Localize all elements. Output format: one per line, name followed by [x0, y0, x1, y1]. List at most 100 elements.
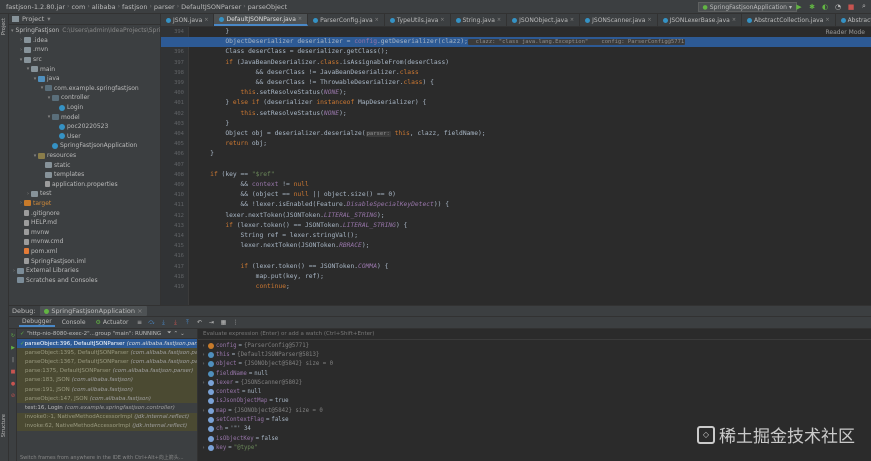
- show-execution-point-icon[interactable]: ≡: [135, 319, 143, 327]
- breadcrumb-item[interactable]: fastjson-1.2.80.jar: [4, 3, 67, 11]
- run-to-cursor-icon[interactable]: ⇥: [207, 319, 215, 327]
- tree-item[interactable]: ▾ src: [9, 55, 160, 65]
- tree-item[interactable]: ▾ controller: [9, 93, 160, 103]
- code-line[interactable]: this.setResolveStatus(NONE);: [161, 88, 871, 98]
- tree-item[interactable]: poc20220523: [9, 122, 160, 132]
- breadcrumb-item[interactable]: parseObject: [246, 3, 289, 11]
- step-into-icon[interactable]: ⤓: [159, 319, 167, 327]
- rerun-icon[interactable]: ↻: [10, 333, 16, 339]
- tree-item[interactable]: application.properties: [9, 180, 160, 190]
- code-line[interactable]: if (lexer.token() == JSONToken.COMMA) {: [161, 262, 871, 272]
- tree-item[interactable]: HELP.md: [9, 218, 160, 228]
- breadcrumb-item[interactable]: fastjson: [120, 3, 150, 11]
- search-icon[interactable]: ⌕: [859, 1, 869, 12]
- code-line[interactable]: }: [161, 149, 871, 159]
- close-icon[interactable]: ×: [298, 16, 302, 22]
- chevron-up-icon[interactable]: ⌃: [174, 331, 179, 337]
- profile-icon[interactable]: ◔: [833, 1, 843, 12]
- tree-item[interactable]: pom.xml: [9, 247, 160, 257]
- breadcrumb-item[interactable]: parser: [152, 3, 177, 11]
- tree-item[interactable]: static: [9, 160, 160, 170]
- code-line[interactable]: } else if (deserializer instanceof MapDe…: [161, 98, 871, 108]
- code-line[interactable]: continue;: [161, 282, 871, 292]
- step-over-icon[interactable]: ⤼: [147, 319, 155, 327]
- code-line[interactable]: }: [161, 27, 871, 37]
- stack-frame[interactable]: test:16, Login (com.example.springfastjso…: [17, 403, 197, 412]
- code-line[interactable]: Class deserClass = deserializer.getClass…: [161, 47, 871, 57]
- code-line[interactable]: map.put(key, ref);: [161, 272, 871, 282]
- stack-frame[interactable]: parse:183, JSON (com.alibaba.fastjson): [17, 375, 197, 385]
- tree-item[interactable]: mvnw.cmd: [9, 237, 160, 247]
- close-icon[interactable]: ×: [137, 307, 142, 315]
- tree-item[interactable]: › .idea: [9, 36, 160, 46]
- close-icon[interactable]: ×: [497, 17, 501, 23]
- tree-item[interactable]: › External Libraries: [9, 266, 160, 276]
- force-step-into-icon[interactable]: ⤓: [171, 319, 179, 327]
- code-line[interactable]: Object obj = deserializer.deserialze(par…: [161, 129, 871, 139]
- code-line[interactable]: [161, 160, 871, 170]
- resume-icon[interactable]: ▶: [10, 345, 16, 351]
- code-line[interactable]: return obj;: [161, 139, 871, 149]
- tree-item[interactable]: ▾ com.example.springfastjson: [9, 84, 160, 94]
- close-icon[interactable]: ×: [440, 17, 444, 23]
- variable-row[interactable]: fieldName = null: [198, 369, 871, 378]
- stack-frame[interactable]: parseObject:147, JSON (com.alibaba.fastjs…: [17, 394, 197, 404]
- layout-icon[interactable]: ⋮: [231, 319, 239, 327]
- close-icon[interactable]: ×: [647, 17, 651, 23]
- variable-row[interactable]: › object = {JSONObject@5842} size = 0: [198, 360, 871, 369]
- pause-icon[interactable]: ‖: [10, 357, 16, 363]
- tree-item[interactable]: ▾ main: [9, 64, 160, 74]
- reader-mode-toggle[interactable]: Reader Mode: [826, 29, 866, 36]
- variable-row[interactable]: context = null: [198, 387, 871, 396]
- editor-tab[interactable]: String.java ×: [451, 14, 508, 26]
- tab-console[interactable]: Console: [59, 319, 89, 326]
- stack-frame[interactable]: invoke:62, NativeMethodAccessorImpl (jdk.…: [17, 421, 197, 431]
- run-configuration-selector[interactable]: ● SpringFastjsonApplication ▾: [697, 2, 797, 12]
- tree-item[interactable]: › .mvn: [9, 45, 160, 55]
- tree-item[interactable]: .gitignore: [9, 208, 160, 218]
- debug-session-tab[interactable]: ● SpringFastjsonApplication ×: [39, 306, 147, 316]
- code-editor[interactable]: 3943953963973983994004014024034044054064…: [161, 27, 871, 305]
- debug-icon[interactable]: ✱: [807, 1, 817, 12]
- tree-item[interactable]: mvnw: [9, 227, 160, 237]
- variable-row[interactable]: › config = {ParserConfig@5771}: [198, 341, 871, 350]
- breadcrumb-item[interactable]: DefaultJSONParser: [179, 3, 243, 11]
- mute-breakpoints-icon[interactable]: ⊘: [10, 393, 16, 399]
- chevron-down-icon[interactable]: ▾: [47, 15, 50, 23]
- tree-item[interactable]: ▾ model: [9, 112, 160, 122]
- code-line[interactable]: ObjectDeserializer deserializer = config…: [161, 37, 871, 48]
- stop-icon[interactable]: ■: [846, 1, 856, 12]
- code-line[interactable]: lexer.nextToken(JSONToken.RBRACE);: [161, 241, 871, 251]
- code-line[interactable]: && context != null: [161, 180, 871, 190]
- evaluate-expression-icon[interactable]: ▦: [219, 319, 227, 327]
- variable-row[interactable]: › lexer = {JSONScanner@5802}: [198, 378, 871, 387]
- tree-item[interactable]: ▾ SpringFastjson C:\Users\admin\IdeaProjec…: [9, 26, 160, 36]
- stack-frame[interactable]: parseObject:1367, DefaultJSONParser (com.…: [17, 357, 197, 367]
- tree-item[interactable]: Login: [9, 103, 160, 113]
- editor-tab[interactable]: TypeUtils.java ×: [385, 14, 451, 26]
- variable-row[interactable]: isJsonObjectMap = true: [198, 397, 871, 406]
- breadcrumb-item[interactable]: com: [69, 3, 87, 11]
- view-breakpoints-icon[interactable]: ●: [10, 381, 16, 387]
- code-line[interactable]: }: [161, 119, 871, 129]
- tree-item[interactable]: › test: [9, 189, 160, 199]
- tree-item[interactable]: templates: [9, 170, 160, 180]
- stack-frame[interactable]: parse:191, JSON (com.alibaba.fastjson): [17, 384, 197, 395]
- chevron-down-icon[interactable]: ⌄: [180, 331, 185, 337]
- editor-tab[interactable]: AbstractList.java×: [836, 14, 871, 26]
- chevron-down-icon[interactable]: ▾: [11, 28, 14, 34]
- tab-actuator[interactable]: ⚙ Actuator: [93, 319, 132, 326]
- code-line[interactable]: this.setResolveStatus(NONE);: [161, 109, 871, 119]
- breadcrumb-item[interactable]: alibaba: [90, 3, 118, 11]
- close-icon[interactable]: ×: [375, 17, 379, 23]
- code-line[interactable]: if (key == "$ref": [161, 170, 871, 180]
- tree-item[interactable]: User: [9, 132, 160, 142]
- tree-item[interactable]: ▾ java: [9, 74, 160, 84]
- variable-row[interactable]: › this = {DefaultJSONParser@5813}: [198, 350, 871, 359]
- coverage-icon[interactable]: ◐: [820, 1, 830, 12]
- stack-frame[interactable]: parse:1375, DefaultJSONParser (com.alibab…: [17, 366, 197, 376]
- editor-tab[interactable]: AbstractCollection.java ×: [742, 14, 836, 26]
- stack-frame[interactable]: invoke0:-1, NativeMethodAccessorImpl (jdk…: [17, 412, 197, 422]
- code-line[interactable]: String ref = lexer.stringVal();: [161, 231, 871, 241]
- tree-item[interactable]: Scratches and Consoles: [9, 275, 160, 285]
